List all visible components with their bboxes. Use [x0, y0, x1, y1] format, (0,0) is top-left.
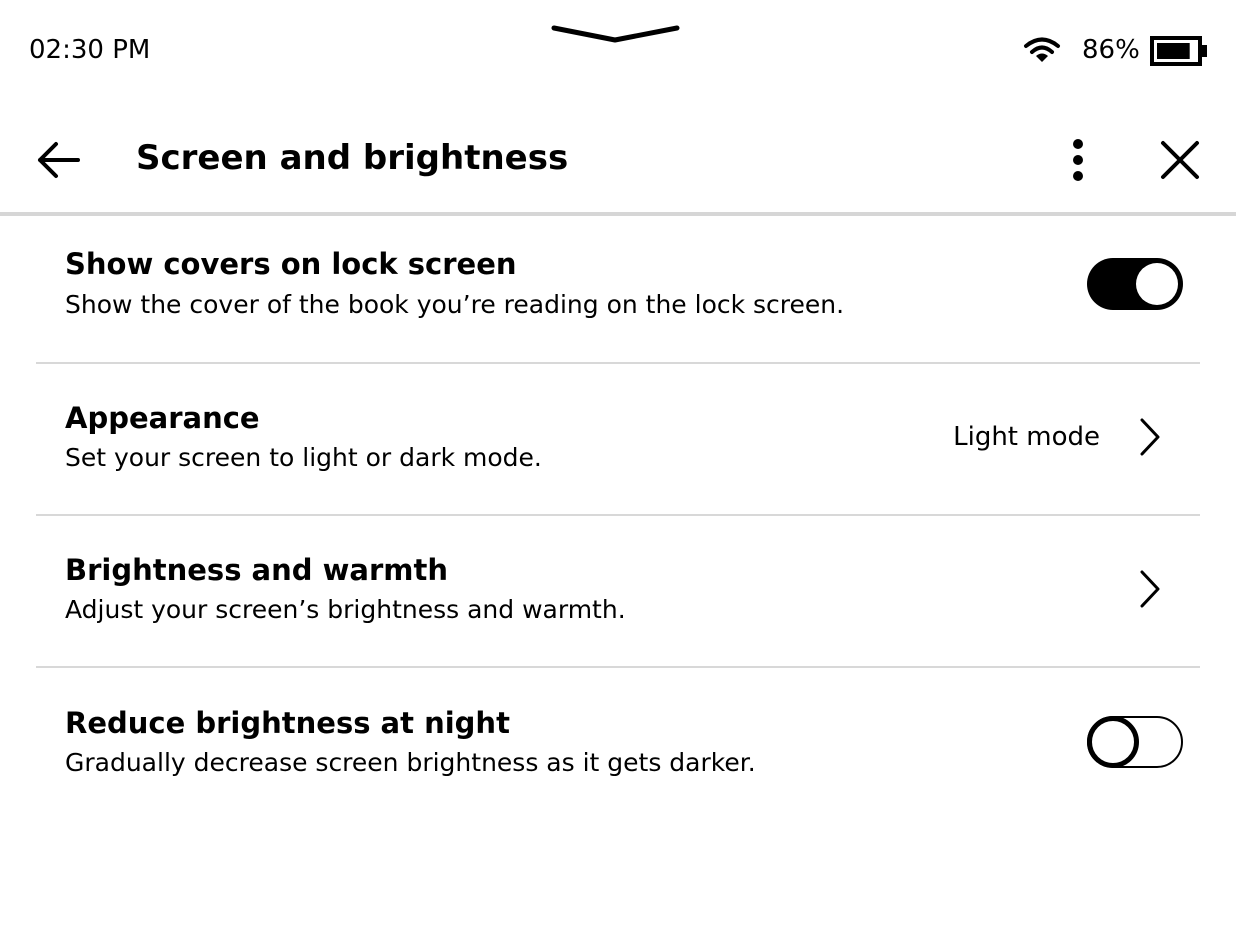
appearance-value: Light mode	[953, 422, 1100, 452]
chevron-right-icon	[1140, 570, 1160, 608]
battery-percent: 86%	[1082, 35, 1140, 65]
setting-show-covers-row[interactable]: Show covers on lock screen Show the cove…	[36, 212, 1200, 364]
setting-subtitle: Show the cover of the book you’re readin…	[65, 290, 845, 319]
wifi-icon	[1024, 37, 1060, 62]
setting-reduce-brightness-row[interactable]: Reduce brightness at night Gradually dec…	[36, 668, 1200, 818]
setting-title: Appearance	[65, 401, 260, 435]
back-arrow-icon[interactable]	[34, 138, 82, 182]
battery-icon	[1150, 36, 1207, 66]
setting-subtitle: Adjust your screen’s brightness and warm…	[65, 595, 626, 624]
page-title: Screen and brightness	[136, 138, 569, 178]
status-bar: 02:30 PM 86%	[0, 0, 1236, 100]
setting-title: Reduce brightness at night	[65, 706, 510, 740]
setting-brightness-warmth-row[interactable]: Brightness and warmth Adjust your screen…	[36, 516, 1200, 668]
app-header: Screen and brightness	[0, 110, 1236, 216]
setting-title: Brightness and warmth	[65, 553, 449, 587]
toggle-knob	[1136, 263, 1178, 305]
toggle-knob	[1087, 716, 1139, 768]
reduce-brightness-toggle[interactable]	[1087, 716, 1183, 768]
close-icon[interactable]	[1156, 136, 1204, 184]
setting-subtitle: Set your screen to light or dark mode.	[65, 443, 542, 472]
setting-subtitle: Gradually decrease screen brightness as …	[65, 748, 756, 777]
show-covers-toggle[interactable]	[1087, 258, 1183, 310]
setting-appearance-row[interactable]: Appearance Set your screen to light or d…	[36, 364, 1200, 516]
more-options-icon[interactable]	[1058, 136, 1098, 184]
chevron-right-icon	[1140, 418, 1160, 456]
pull-down-handle-icon[interactable]	[550, 22, 682, 46]
setting-title: Show covers on lock screen	[65, 247, 517, 281]
status-time: 02:30 PM	[29, 35, 151, 65]
